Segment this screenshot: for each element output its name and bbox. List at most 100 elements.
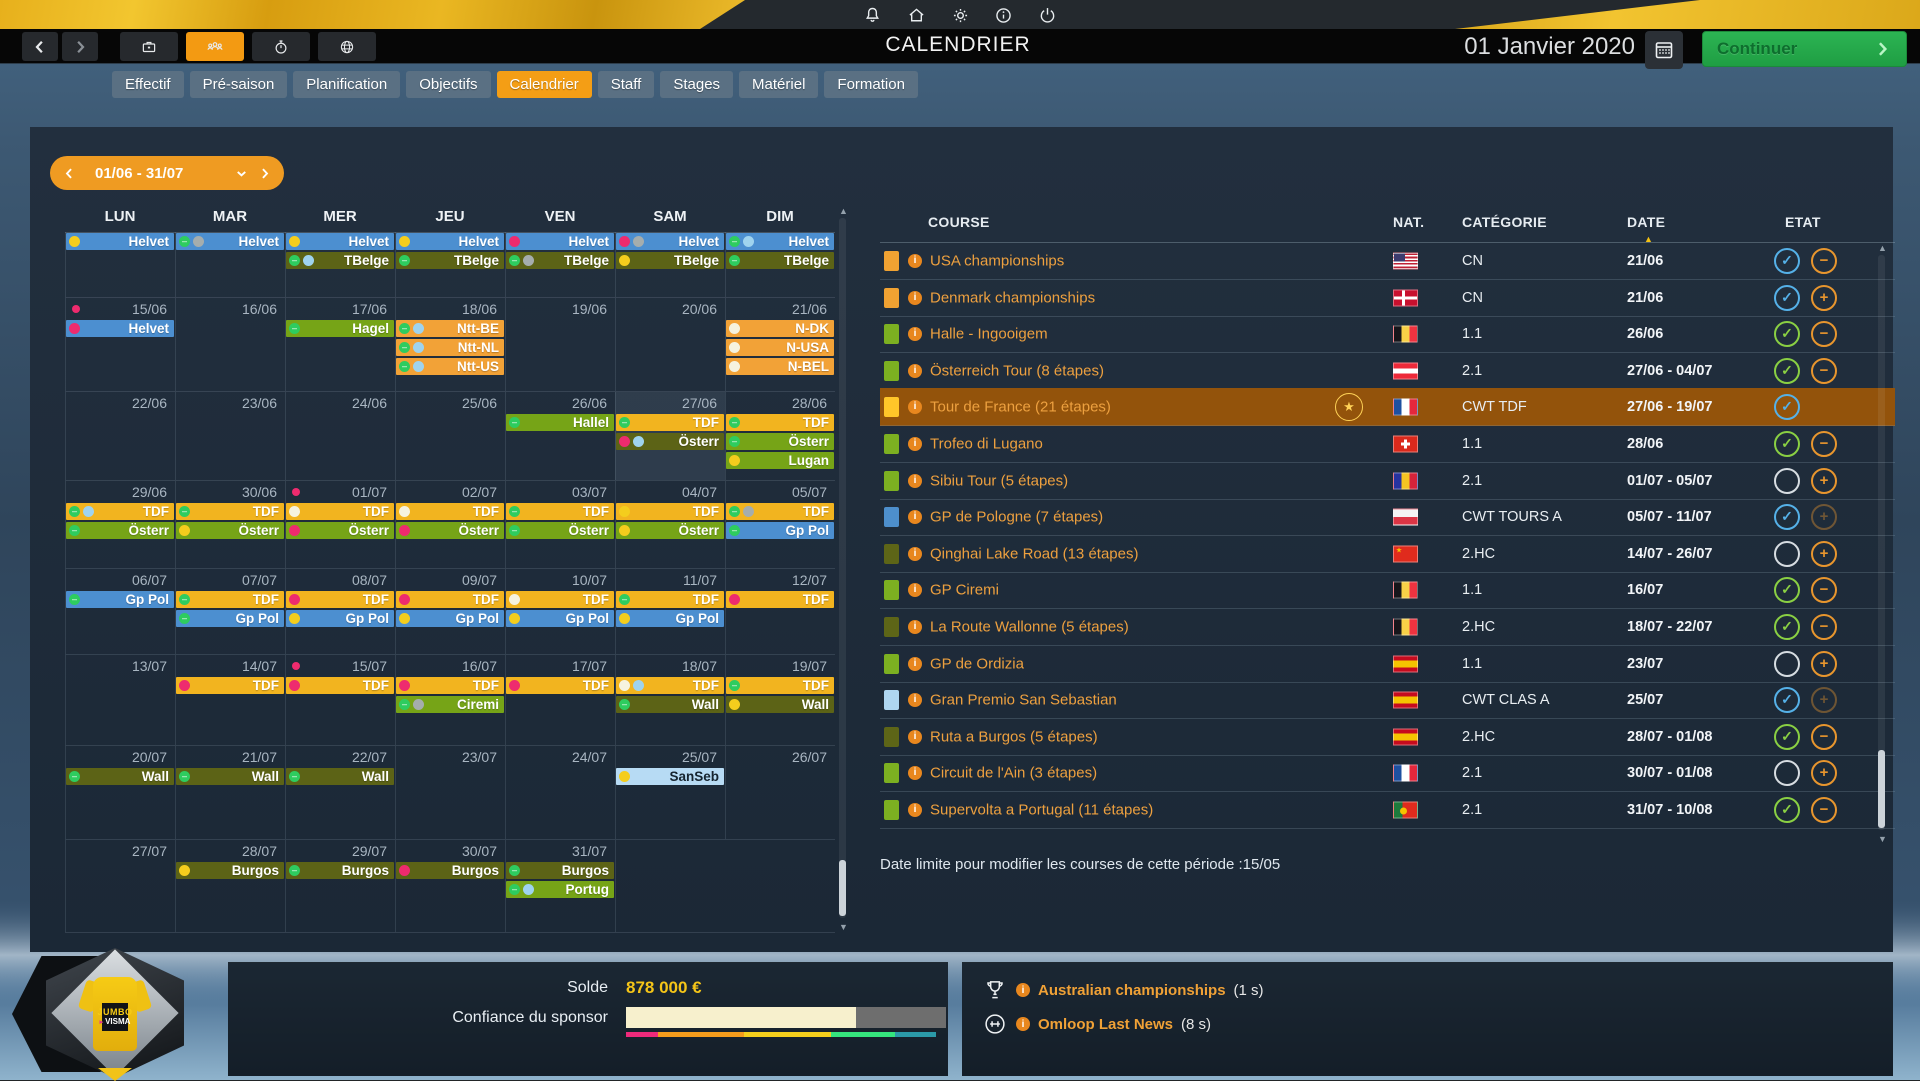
calendar-day-cell[interactable]: 16/07 — [395, 655, 505, 676]
calendar-scroll-down-icon[interactable]: ▼ — [839, 922, 848, 932]
state-toggle-button[interactable]: + — [1811, 759, 1837, 786]
calendar-day-cell[interactable]: 15/07 — [285, 655, 395, 676]
calendar-day-cell[interactable]: 19/07 — [725, 655, 835, 676]
info-icon[interactable]: i — [908, 253, 922, 268]
course-row[interactable]: i Sibiu Tour (5 étapes) 2.1 01/07 - 05/07 + — [880, 462, 1895, 500]
calendar-event[interactable]: Helvet — [506, 233, 614, 250]
calendar-event[interactable]: Gp Pol — [726, 522, 834, 539]
calendar-event[interactable]: N-BEL — [726, 358, 834, 375]
calendar-day-cell[interactable]: 19/06 — [505, 298, 615, 319]
module-globe-button[interactable] — [318, 32, 376, 61]
calendar-event[interactable]: Ntt-NL — [396, 339, 504, 356]
info-icon[interactable]: i — [908, 619, 922, 634]
calendar-event[interactable]: Wall — [616, 696, 724, 713]
tab-effectif[interactable]: Effectif — [112, 71, 184, 98]
calendar-day-cell[interactable]: 29/06 — [65, 481, 175, 502]
calendar-event[interactable]: Hallel — [506, 414, 614, 431]
calendar-day-cell[interactable]: 02/07 — [395, 481, 505, 502]
state-toggle-button[interactable]: − — [1811, 430, 1837, 457]
info-icon[interactable]: i — [908, 656, 922, 671]
calendar-day-cell[interactable]: 15/06 — [65, 298, 175, 319]
course-row[interactable]: i GP de Ordizia 1.1 23/07 + — [880, 645, 1895, 683]
calendar-event[interactable]: TBelge — [396, 252, 504, 269]
tab-mat-riel[interactable]: Matériel — [739, 71, 819, 98]
state-check-icon[interactable]: ✓ — [1774, 247, 1800, 274]
calendar-event[interactable]: TDF — [506, 677, 614, 694]
back-button[interactable] — [22, 32, 58, 61]
state-toggle-button[interactable]: + — [1811, 467, 1837, 494]
calendar-event[interactable]: TDF — [176, 503, 284, 520]
course-row[interactable]: i USA championships CN 21/06 ✓ − — [880, 242, 1895, 280]
settings-icon[interactable] — [950, 5, 971, 26]
info-icon[interactable]: i — [908, 729, 922, 744]
calendar-event[interactable]: Helvet — [396, 233, 504, 250]
calendar-event[interactable]: Burgos — [176, 862, 284, 879]
course-row[interactable]: i Tour de France (21 étapes) ★ CWT TDF 27/06… — [880, 388, 1895, 426]
state-toggle-button[interactable]: + — [1811, 540, 1837, 567]
calendar-event[interactable]: SanSeb — [616, 768, 724, 785]
calendar-event[interactable]: Burgos — [506, 862, 614, 879]
calendar-day-cell[interactable]: 01/07 — [285, 481, 395, 502]
state-check-icon[interactable]: ✓ — [1774, 357, 1800, 384]
calendar-day-cell[interactable]: 22/06 — [65, 392, 175, 413]
calendar-day-cell[interactable]: 06/07 — [65, 569, 175, 590]
course-row[interactable]: i Gran Premio San Sebastian CWT CLAS A 25/0… — [880, 681, 1895, 719]
calendar-event[interactable]: TDF — [176, 591, 284, 608]
calendar-event[interactable]: TDF — [726, 591, 834, 608]
calendar-event[interactable]: Lugan — [726, 452, 834, 469]
calendar-event[interactable]: Österr — [396, 522, 504, 539]
info-icon[interactable]: i — [908, 765, 922, 780]
info-icon[interactable]: i — [908, 290, 922, 305]
calendar-event[interactable]: Gp Pol — [176, 610, 284, 627]
calendar-scroll-up-icon[interactable]: ▲ — [839, 206, 848, 216]
calendar-scrollbar[interactable] — [839, 218, 846, 918]
calendar-event[interactable]: Österr — [616, 522, 724, 539]
calendar-event[interactable]: TDF — [506, 591, 614, 608]
news-item[interactable]: i Omloop Last News (8 s) — [982, 1011, 1211, 1037]
column-header-nat[interactable]: NAT. — [1393, 214, 1424, 230]
course-row[interactable]: i Circuit de l'Ain (3 étapes) 2.1 30/07 - 0… — [880, 754, 1895, 792]
calendar-event[interactable]: Gp Pol — [506, 610, 614, 627]
calendar-event[interactable]: Gp Pol — [286, 610, 394, 627]
calendar-event[interactable]: Österr — [506, 522, 614, 539]
state-toggle-button[interactable]: + — [1811, 503, 1837, 530]
course-row[interactable]: i Supervolta a Portugal (11 étapes) 2.1 31/… — [880, 791, 1895, 829]
calendar-day-cell[interactable]: 27/06 — [615, 392, 725, 413]
calendar-day-cell[interactable]: 04/07 — [615, 481, 725, 502]
info-icon[interactable]: i — [908, 582, 922, 597]
course-row[interactable]: i Österreich Tour (8 étapes) 2.1 27/06 - 04… — [880, 352, 1895, 390]
course-row[interactable]: i Halle - Ingooigem 1.1 26/06 ✓ − — [880, 315, 1895, 353]
table-scroll-up-icon[interactable]: ▲ — [1878, 243, 1887, 253]
calendar-event[interactable]: TDF — [726, 503, 834, 520]
calendar-day-cell[interactable]: 16/06 — [175, 298, 285, 319]
state-check-icon[interactable]: ✓ — [1774, 320, 1800, 347]
calendar-event[interactable]: TDF — [286, 503, 394, 520]
calendar-event[interactable]: Helvet — [176, 233, 284, 250]
date-range-selector[interactable]: 01/06 - 31/07 — [50, 156, 284, 190]
column-header-catgorie[interactable]: CATÉGORIE — [1462, 214, 1547, 230]
calendar-event[interactable]: Österr — [726, 433, 834, 450]
calendar-event[interactable]: Österr — [176, 522, 284, 539]
calendar-event[interactable]: TDF — [66, 503, 174, 520]
state-check-icon[interactable] — [1774, 540, 1800, 567]
calendar-day-cell[interactable]: 17/07 — [505, 655, 615, 676]
calendar-day-cell[interactable]: 10/07 — [505, 569, 615, 590]
calendar-day-cell[interactable]: 24/06 — [285, 392, 395, 413]
calendar-day-cell[interactable]: 31/07 — [505, 840, 615, 861]
info-icon[interactable]: i — [908, 399, 922, 414]
tab-calendrier[interactable]: Calendrier — [496, 71, 592, 98]
calendar-event[interactable]: TDF — [616, 677, 724, 694]
info-icon[interactable]: i — [908, 546, 922, 561]
course-row[interactable]: i GP Ciremi 1.1 16/07 ✓ − — [880, 571, 1895, 609]
column-header-date[interactable]: DATE — [1627, 214, 1665, 230]
tab-staff[interactable]: Staff — [597, 71, 655, 98]
module-stopwatch-button[interactable] — [252, 32, 310, 61]
calendar-day-cell[interactable]: 18/07 — [615, 655, 725, 676]
chevron-down-icon[interactable] — [234, 166, 249, 181]
state-toggle-button[interactable]: − — [1811, 723, 1837, 750]
tab-pr-saison[interactable]: Pré-saison — [189, 71, 288, 98]
calendar-event[interactable]: TBelge — [616, 252, 724, 269]
chevron-right-icon[interactable] — [257, 166, 272, 181]
state-check-icon[interactable]: ✓ — [1774, 613, 1800, 640]
state-check-icon[interactable]: ✓ — [1774, 284, 1800, 311]
